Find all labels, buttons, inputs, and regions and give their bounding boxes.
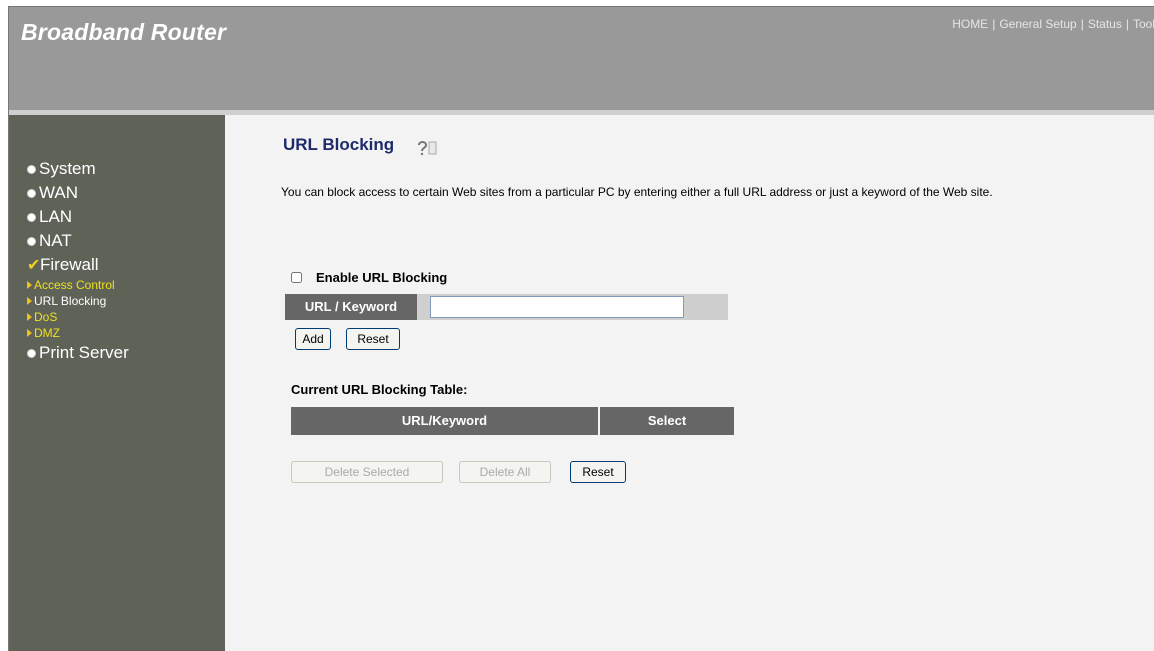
table-title: Current URL Blocking Table: [291,382,468,397]
sidebar-item-label: WAN [39,183,79,202]
bullet-icon [27,212,36,222]
help-icon[interactable] [417,139,439,155]
enable-url-blocking-checkbox[interactable] [291,272,302,283]
blocking-table-header: URL/Keyword Select [291,407,734,435]
reset-button[interactable]: Reset [346,328,400,350]
submenu-item-label: Access Control [34,278,115,292]
sidebar-item-system[interactable]: System [27,157,129,181]
nav-general-setup[interactable]: General Setup [999,17,1076,31]
nav-separator: | [992,17,996,31]
submenu-item-dos[interactable]: DoS [27,309,129,325]
bullet-icon [27,348,36,358]
submenu-item-dmz[interactable]: DMZ [27,325,129,341]
checkmark-icon: ✔ [27,257,41,274]
sidebar-item-nat[interactable]: NAT [27,229,129,253]
nav-separator: | [1125,17,1129,31]
url-keyword-input[interactable] [430,296,684,318]
sidebar-item-print-server[interactable]: Print Server [27,341,129,365]
nav-tool[interactable]: Tool [1133,17,1154,31]
add-button[interactable]: Add [295,328,331,350]
firewall-submenu: Access Control URL Blocking DoS DMZ [27,277,129,341]
nav-separator: | [1080,17,1084,31]
brand-title: Broadband Router [21,19,227,45]
delete-all-button[interactable]: Delete All [459,461,551,483]
reset-table-button[interactable]: Reset [570,461,626,483]
arrow-right-icon [27,281,32,289]
sidebar-item-lan[interactable]: LAN [27,205,129,229]
arrow-right-icon [27,297,32,305]
sidebar-item-label: Firewall [40,255,99,274]
sidebar-item-label: System [39,159,96,178]
sidebar-item-label: Print Server [39,343,129,362]
delete-selected-button[interactable]: Delete Selected [291,461,443,483]
submenu-item-label: URL Blocking [34,294,107,308]
page-description: You can block access to certain Web site… [281,185,993,199]
arrow-right-icon [27,329,32,337]
nav-status[interactable]: Status [1088,17,1122,31]
bullet-icon [27,188,36,198]
column-header-select: Select [600,407,734,435]
column-header-url-keyword: URL/Keyword [291,407,600,435]
nav-home[interactable]: HOME [952,17,988,31]
enable-row: Enable URL Blocking [291,270,447,285]
header-bar: Broadband Router HOME | General Setup | Stat… [9,7,1154,110]
sidebar-item-firewall[interactable]: ✔ Firewall [27,253,129,277]
submenu-item-url-blocking[interactable]: URL Blocking [27,293,129,309]
arrow-right-icon [27,313,32,321]
submenu-item-label: DMZ [34,326,60,340]
submenu-item-label: DoS [34,310,58,324]
enable-url-blocking-label: Enable URL Blocking [316,270,448,285]
sidebar-menu: System WAN LAN NAT ✔ Firewall Access Con… [27,157,129,365]
router-frame: Broadband Router HOME | General Setup | Stat… [8,6,1154,651]
url-keyword-row: URL / Keyword [285,294,728,320]
page-title: URL Blocking [283,135,395,154]
url-keyword-label: URL / Keyword [285,294,417,320]
submenu-item-access-control[interactable]: Access Control [27,277,129,293]
sidebar: System WAN LAN NAT ✔ Firewall Access Con… [9,115,225,651]
sidebar-item-label: NAT [39,231,72,250]
bullet-icon [27,164,36,174]
sidebar-item-label: LAN [39,207,73,226]
bullet-icon [27,236,36,246]
main-content: URL Blocking You can block access to cer… [225,115,1154,651]
sidebar-item-wan[interactable]: WAN [27,181,129,205]
top-nav: HOME | General Setup | Status | Tool [952,17,1154,31]
